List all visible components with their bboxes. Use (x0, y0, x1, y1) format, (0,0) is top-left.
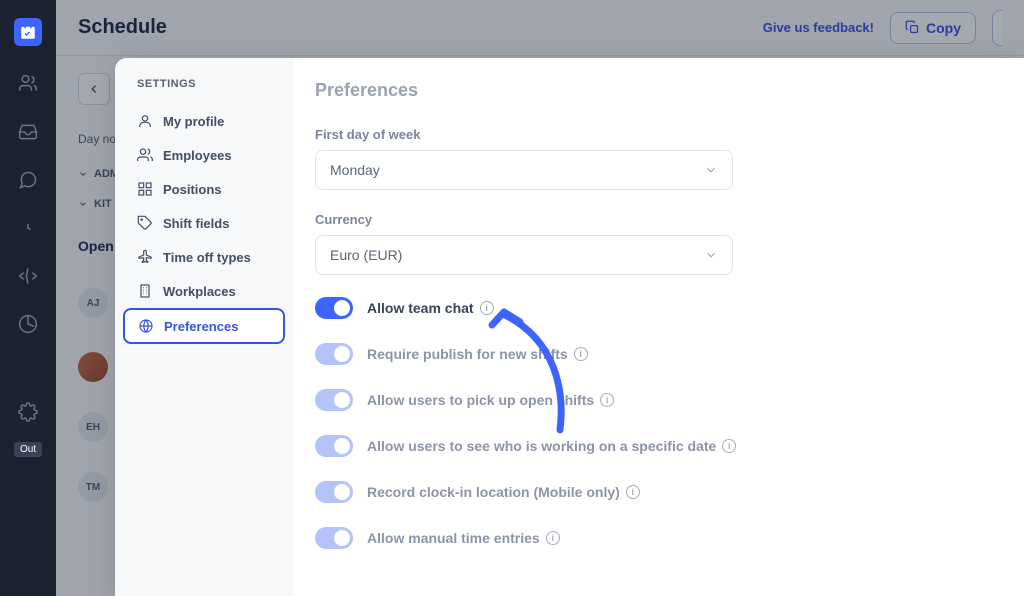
plane-icon (137, 249, 153, 265)
toggle-publish[interactable] (315, 343, 353, 365)
user-icon (137, 113, 153, 129)
select-value: Euro (EUR) (330, 247, 402, 263)
chevron-down-icon (704, 248, 718, 262)
sidebar-item-label: My profile (163, 114, 224, 129)
info-icon[interactable]: i (626, 485, 640, 499)
sidebar-item-label: Time off types (163, 250, 251, 265)
info-icon[interactable]: i (722, 439, 736, 453)
settings-sidebar: SETTINGS My profile Employees Positions … (115, 58, 293, 596)
toggle-label: Record clock-in location (Mobile only) (367, 484, 620, 500)
toggle-row-clock-in: Record clock-in location (Mobile only) i (315, 481, 1024, 503)
toggle-label: Allow users to see who is working on a s… (367, 438, 716, 454)
sidebar-item-shift-fields[interactable]: Shift fields (123, 206, 285, 240)
sidebar-item-profile[interactable]: My profile (123, 104, 285, 138)
toggle-label: Require publish for new shifts (367, 346, 568, 362)
select-value: Monday (330, 162, 380, 178)
sidebar-item-label: Workplaces (163, 284, 236, 299)
preferences-panel: Preferences First day of week Monday Cur… (293, 58, 1024, 596)
info-icon[interactable]: i (574, 347, 588, 361)
currency-label: Currency (315, 212, 1024, 227)
settings-sidebar-title: SETTINGS (123, 78, 285, 90)
sidebar-item-label: Positions (163, 182, 222, 197)
sidebar-item-label: Preferences (164, 319, 238, 334)
status-out-badge: Out (14, 442, 42, 457)
toggle-label: Allow team chat (367, 300, 474, 316)
settings-modal: SETTINGS My profile Employees Positions … (115, 58, 1024, 596)
nav-users-icon[interactable] (18, 74, 38, 94)
sidebar-item-employees[interactable]: Employees (123, 138, 285, 172)
nav-chat-icon[interactable] (18, 170, 38, 190)
users-icon (137, 147, 153, 163)
first-day-select[interactable]: Monday (315, 150, 733, 190)
grid-icon (137, 181, 153, 197)
toggle-see-who[interactable] (315, 435, 353, 457)
globe-icon (138, 318, 154, 334)
sidebar-item-positions[interactable]: Positions (123, 172, 285, 206)
app-nav: Out (0, 0, 56, 596)
currency-select[interactable]: Euro (EUR) (315, 235, 733, 275)
toggle-row-open-shifts: Allow users to pick up open shifts i (315, 389, 1024, 411)
toggle-team-chat[interactable] (315, 297, 353, 319)
sidebar-item-label: Shift fields (163, 216, 229, 231)
info-icon[interactable]: i (480, 301, 494, 315)
app-logo-icon[interactable] (14, 18, 42, 46)
sidebar-item-time-off[interactable]: Time off types (123, 240, 285, 274)
preferences-title: Preferences (315, 80, 1024, 101)
toggle-label: Allow manual time entries (367, 530, 540, 546)
nav-plane-icon[interactable] (18, 266, 38, 286)
chevron-down-icon (704, 163, 718, 177)
tag-icon (137, 215, 153, 231)
sidebar-item-workplaces[interactable]: Workplaces (123, 274, 285, 308)
info-icon[interactable]: i (600, 393, 614, 407)
building-icon (137, 283, 153, 299)
toggle-row-team-chat: Allow team chat i (315, 297, 1024, 319)
info-icon[interactable]: i (546, 531, 560, 545)
sidebar-item-label: Employees (163, 148, 232, 163)
nav-settings-icon[interactable] (18, 402, 38, 422)
nav-clock-icon[interactable] (18, 218, 38, 238)
first-day-label: First day of week (315, 127, 1024, 142)
toggle-open-shifts[interactable] (315, 389, 353, 411)
sidebar-item-preferences[interactable]: Preferences (123, 308, 285, 344)
toggle-row-publish: Require publish for new shifts i (315, 343, 1024, 365)
toggle-row-manual-time: Allow manual time entries i (315, 527, 1024, 549)
toggle-label: Allow users to pick up open shifts (367, 392, 594, 408)
toggle-row-see-who: Allow users to see who is working on a s… (315, 435, 1024, 457)
toggle-manual-time[interactable] (315, 527, 353, 549)
nav-inbox-icon[interactable] (18, 122, 38, 142)
toggle-clock-in[interactable] (315, 481, 353, 503)
nav-reports-icon[interactable] (18, 314, 38, 334)
